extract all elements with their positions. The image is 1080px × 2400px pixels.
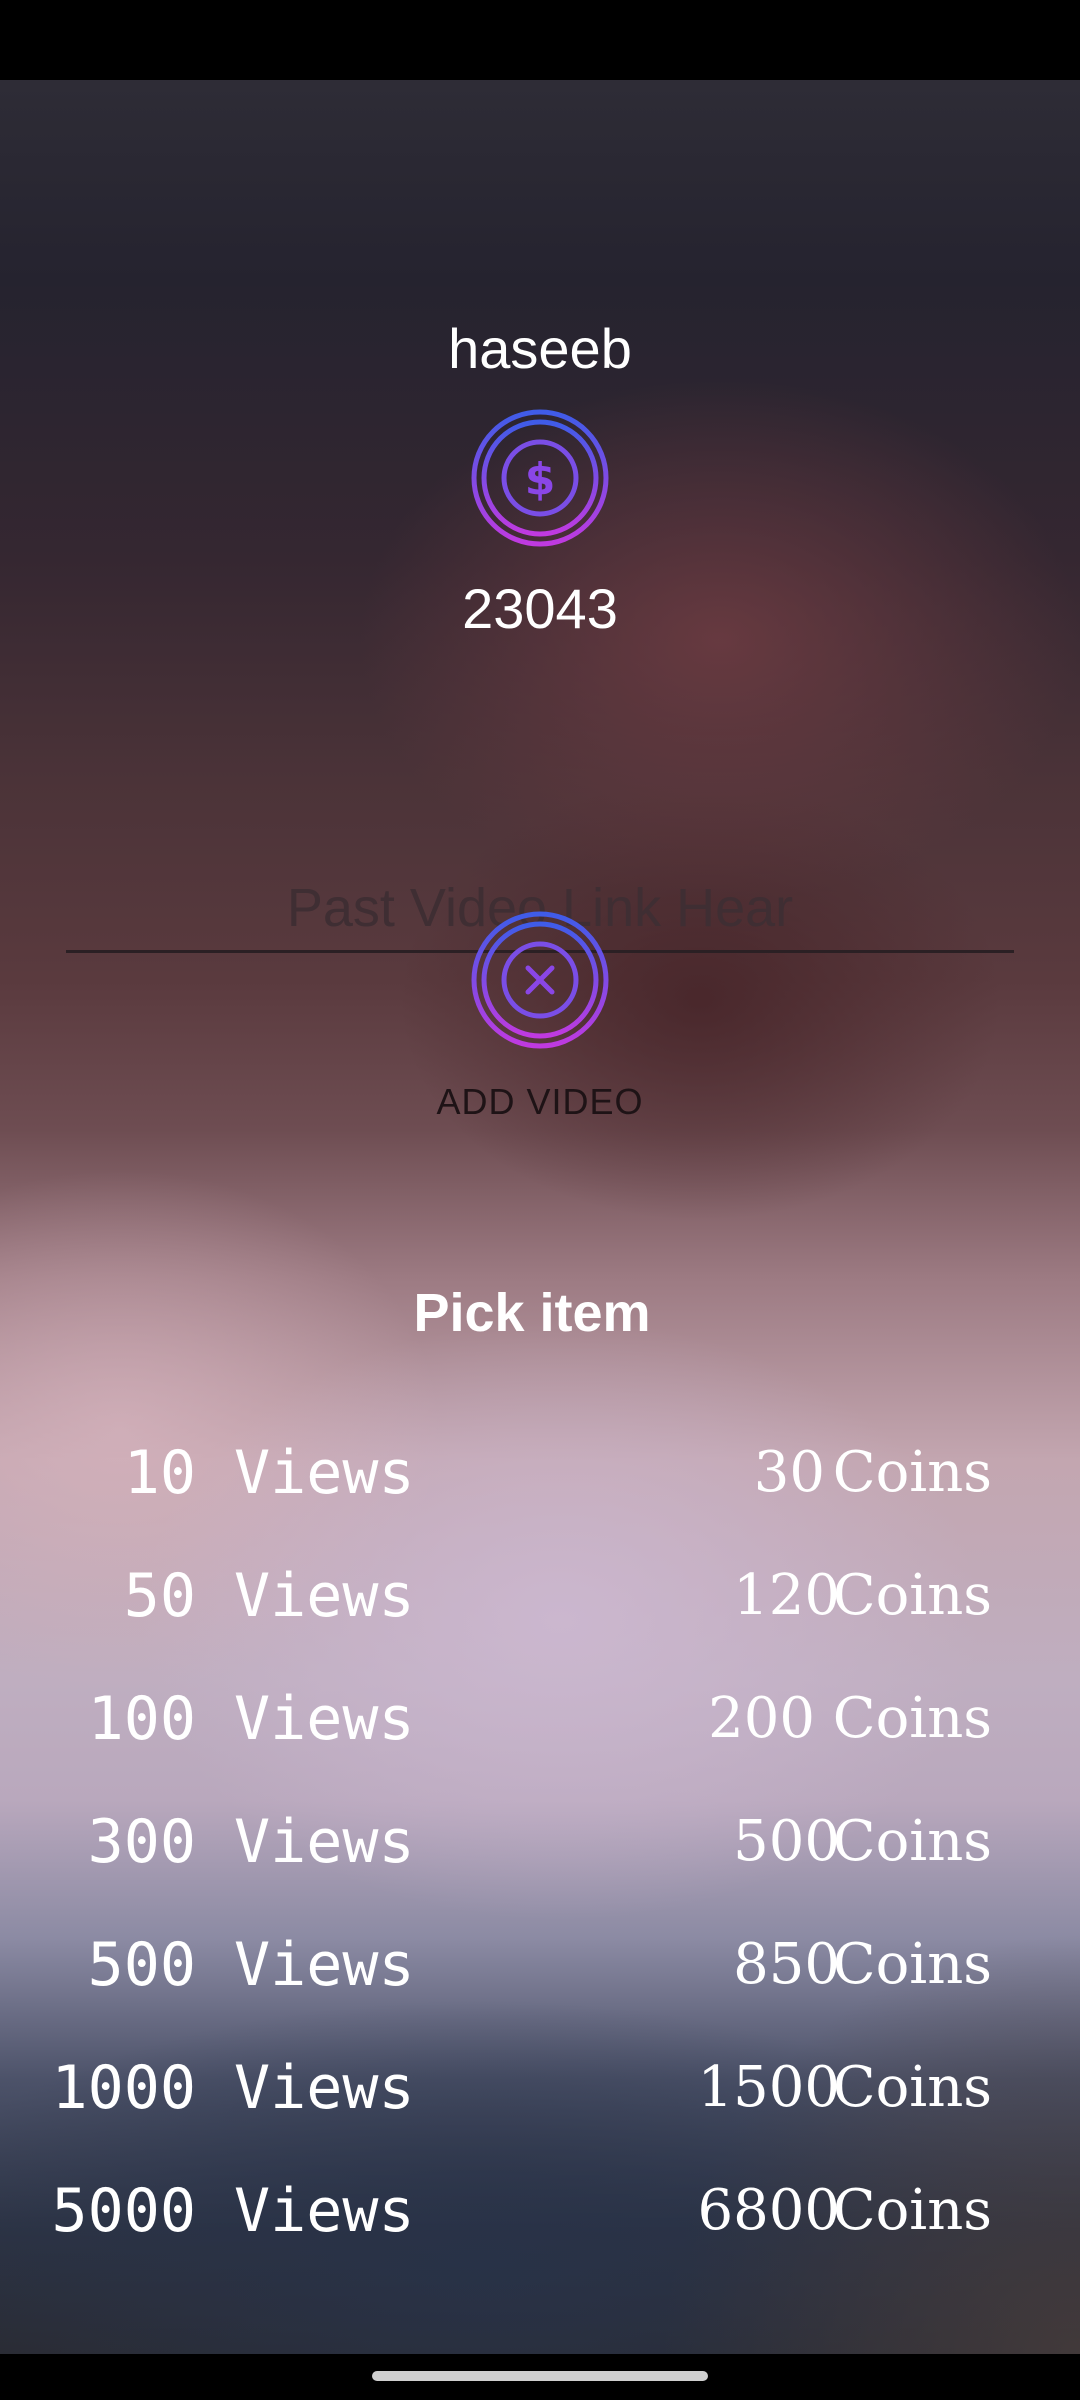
package-price: 30: [753, 1440, 825, 1505]
username: haseeb: [448, 317, 632, 380]
status-bar: [0, 0, 1080, 80]
package-price: 850: [733, 1932, 840, 1997]
package-price: 500: [733, 1809, 840, 1874]
package-price: 1500: [697, 2055, 840, 2120]
package-price: 120: [733, 1563, 840, 1628]
app-screen: haseeb $ 23043 Past Video Link Hear ADD …: [0, 80, 1080, 2354]
package-price: 200: [708, 1686, 815, 1751]
package-row[interactable]: 100 Views 200 Coins: [0, 1669, 1080, 1769]
package-coins-label: Coins: [832, 1932, 992, 1997]
add-video-label[interactable]: ADD VIDEO: [0, 1080, 1080, 1124]
add-video-button[interactable]: [470, 910, 610, 1050]
package-row[interactable]: 300 Views 500 Coins: [0, 1792, 1080, 1892]
dollar-coin-icon: $: [470, 408, 610, 548]
package-views-label: Views: [234, 2053, 415, 2123]
package-coins-label: Coins: [832, 2055, 992, 2120]
package-views-label: Views: [234, 2176, 415, 2246]
package-coins-label: Coins: [832, 1686, 992, 1751]
package-row[interactable]: 5000 Views 6800 Coins: [0, 2161, 1080, 2261]
close-circle-icon: [471, 911, 609, 1049]
package-coins-label: Coins: [832, 1809, 992, 1874]
package-views-count: 5000: [51, 2176, 197, 2246]
package-views-label: Views: [234, 1930, 415, 2000]
package-views-count: 500: [87, 1930, 196, 2000]
package-row[interactable]: 50 Views 120 Coins: [0, 1546, 1080, 1646]
package-views-count: 1000: [51, 2053, 197, 2123]
package-coins-label: Coins: [832, 1563, 992, 1628]
package-views-count: 100: [87, 1684, 196, 1754]
package-row[interactable]: 10 Views 30 Coins: [0, 1423, 1080, 1523]
svg-text:$: $: [525, 454, 556, 505]
package-views-count: 50: [123, 1561, 196, 1631]
package-views-label: Views: [234, 1438, 415, 1508]
package-views-count: 300: [87, 1807, 196, 1877]
coin-balance: 23043: [462, 577, 618, 640]
package-coins-label: Coins: [832, 2178, 992, 2243]
package-views-label: Views: [234, 1561, 415, 1631]
package-views-label: Views: [234, 1684, 415, 1754]
package-coins-label: Coins: [832, 1440, 992, 1505]
package-price: 6800: [697, 2178, 840, 2243]
package-row[interactable]: 1000 Views 1500 Coins: [0, 2038, 1080, 2138]
package-views-count: 10: [123, 1438, 196, 1508]
home-indicator[interactable]: [372, 2371, 708, 2381]
pick-item-title: Pick item: [413, 1283, 651, 1343]
package-row[interactable]: 500 Views 850 Coins: [0, 1915, 1080, 2015]
package-views-label: Views: [234, 1807, 415, 1877]
